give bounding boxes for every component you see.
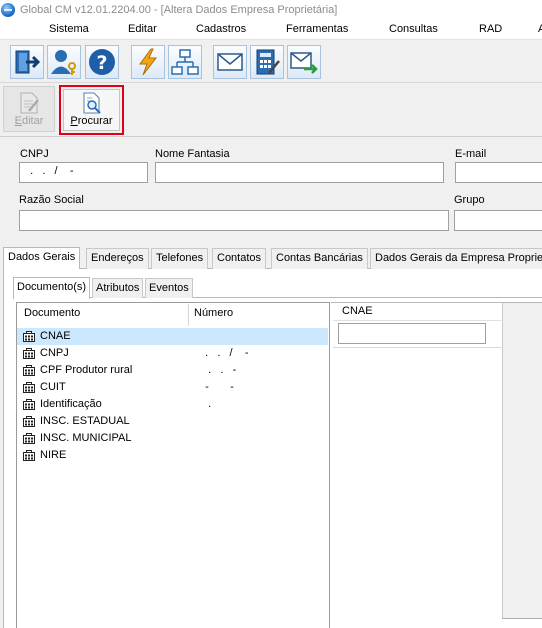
tab-telefones[interactable]: Telefones [151,248,209,269]
document-type-icon [23,450,35,461]
search-document-icon [83,92,101,114]
menu-ferramentas[interactable]: Ferramentas [286,23,348,35]
user-key-button[interactable] [47,45,81,79]
calculator-icon [256,49,280,75]
editar-label: Editar [14,115,44,127]
document-type-icon [23,399,35,410]
column-numero[interactable]: Número [194,307,233,319]
tab-eventos[interactable]: Eventos [145,278,193,298]
razao-social-label: Razão Social [19,194,84,206]
procurar-highlight: Procurar [59,85,124,135]
document-type-icon [23,348,35,359]
column-documento[interactable]: Documento [24,307,80,319]
menu-overflow[interactable]: A [538,23,542,35]
grupo-label: Grupo [454,194,485,206]
document-name: NIRE [40,449,67,461]
editar-button[interactable]: Editar [3,86,55,132]
window-title: Global CM v12.01.2204.00 - [Altera Dados… [20,3,338,16]
mail-export-button[interactable] [287,45,321,79]
nome-fantasia-label: Nome Fantasia [155,148,230,160]
mail-icon [217,53,243,71]
edit-document-icon [20,92,39,114]
nome-fantasia-field[interactable] [155,162,444,183]
network-icon [171,49,199,75]
document-name: CNPJ [40,347,69,359]
document-row[interactable]: CPF Produtor rural . . - [17,362,328,379]
mail-button[interactable] [213,45,247,79]
razao-social-field[interactable] [19,210,449,231]
document-type-icon [23,433,35,444]
document-row[interactable]: Identificação . [17,396,328,413]
email-field[interactable] [455,162,542,183]
document-row[interactable]: INSC. MUNICIPAL [17,430,328,447]
help-icon: ? [89,49,115,75]
procurar-button[interactable]: Procurar [63,89,120,131]
help-button[interactable]: ? [85,45,119,79]
column-divider[interactable] [188,304,189,326]
toolbar: ? [0,40,542,83]
cnae-divider [333,347,501,348]
action-bar: Editar Procurar [0,84,542,137]
cnae-input[interactable] [338,323,486,344]
lightning-icon [139,48,158,76]
document-number: . . / - [199,347,249,359]
menu-sistema[interactable]: Sistema [49,23,89,35]
main-tabs: Dados Gerais Endereços Telefones Contato… [3,247,542,270]
tab-atributos[interactable]: Atributos [92,278,144,298]
document-name: CNAE [40,330,71,342]
cnpj-field[interactable]: . . / - [19,162,148,183]
document-name: CUIT [40,381,66,393]
menu-bar: Sistema Editar Cadastros Ferramentas Con… [0,19,542,40]
tab-documentos[interactable]: Documento(s) [13,277,91,299]
document-type-icon [23,365,35,376]
menu-cadastros[interactable]: Cadastros [196,23,246,35]
document-number: . . - [199,364,237,376]
tab-enderecos[interactable]: Endereços [86,248,149,269]
tab-dados-gerais[interactable]: Dados Gerais [3,247,81,270]
cnae-panel [331,302,502,628]
document-number: - - [199,381,234,393]
menu-rad[interactable]: RAD [479,23,502,35]
document-row[interactable]: CNAE [17,328,328,345]
user-key-icon [51,50,76,75]
document-type-icon [23,331,35,342]
menu-editar[interactable]: Editar [128,23,157,35]
document-type-icon [23,416,35,427]
title-bar: Global CM v12.01.2204.00 - [Altera Dados… [0,0,542,19]
svg-text:?: ? [96,52,107,74]
document-row[interactable]: CUIT - - [17,379,328,396]
side-area-bottom [502,618,542,619]
lightning-button[interactable] [131,45,165,79]
cnpj-label: CNPJ [20,148,49,160]
network-button[interactable] [168,45,202,79]
tab-dados-gerais-empresa[interactable]: Dados Gerais da Empresa Proprie [370,248,542,269]
grupo-field[interactable] [454,210,542,231]
document-row[interactable]: INSC. ESTADUAL [17,413,328,430]
mail-export-icon [290,52,318,74]
cnae-separator [333,320,501,321]
document-type-icon [23,382,35,393]
exit-icon [15,50,41,74]
procurar-label: Procurar [70,115,113,127]
globe-app-icon [1,2,15,17]
tab-contatos[interactable]: Contatos [212,248,267,269]
menu-consultas[interactable]: Consultas [389,23,438,35]
document-number: . [199,398,212,410]
exit-button[interactable] [10,45,44,79]
email-label: E-mail [455,148,487,160]
document-name: INSC. ESTADUAL [40,415,130,427]
side-area [502,302,542,618]
document-row[interactable]: NIRE [17,447,328,464]
document-row[interactable]: CNPJ . . / - [17,345,328,362]
document-name: CPF Produtor rural [40,364,133,376]
calculator-button[interactable] [250,45,284,79]
document-name: INSC. MUNICIPAL [40,432,132,444]
document-name: Identificação [40,398,102,410]
cnae-label: CNAE [342,305,373,317]
sub-tabs: Documento(s) Atributos Eventos [13,277,542,299]
tab-contas-bancarias[interactable]: Contas Bancárias [271,248,368,269]
